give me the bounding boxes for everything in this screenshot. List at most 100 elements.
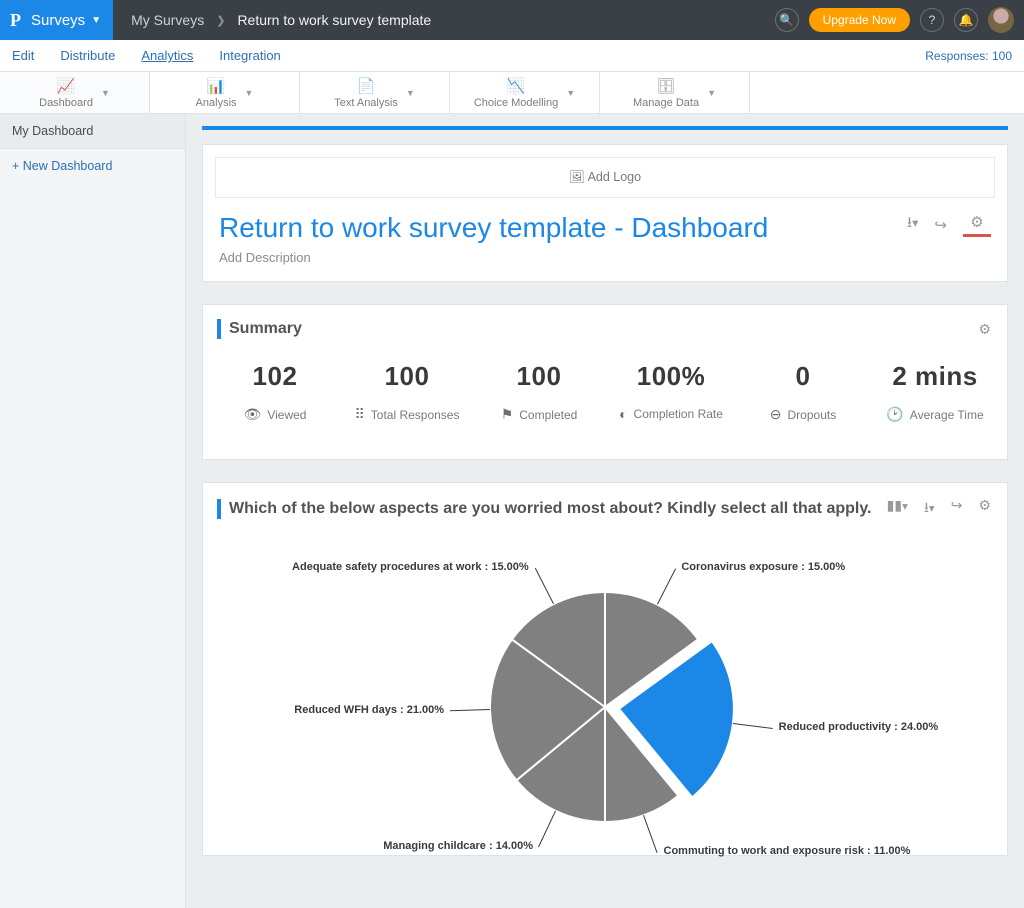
pie-label: Managing childcare : 14.00%: [383, 840, 533, 852]
flag-icon: ⚑: [501, 406, 514, 423]
stat-average-time: 2 mins 🕑Average Time: [875, 361, 995, 423]
sidebar: My Dashboard + New Dashboard: [0, 114, 186, 908]
question-chart-panel: Which of the below aspects are you worri…: [202, 482, 1008, 856]
pie-label: Coronavirus exposure : 15.00%: [681, 561, 845, 573]
stat-label: 👁Viewed: [215, 406, 335, 423]
download-icon[interactable]: ⭳▾: [924, 497, 935, 521]
chevron-down-icon: ▼: [406, 88, 415, 98]
analysis-icon: 📊: [207, 77, 226, 95]
image-icon: 🖼: [569, 170, 585, 184]
stat-completed: 100 ⚑Completed: [479, 361, 599, 423]
eye-icon: 👁: [244, 406, 262, 423]
chart-type-icon[interactable]: ▮▮▾: [887, 497, 908, 521]
help-button[interactable]: ?: [920, 8, 944, 32]
stat-label: ⊖Dropouts: [743, 406, 863, 423]
leader-line: [733, 723, 773, 729]
dashboard-icon: 📈: [57, 77, 76, 95]
database-icon: 🗄: [657, 77, 676, 95]
accent-bar: [202, 126, 1008, 130]
chevron-down-icon: ▼: [101, 88, 110, 98]
search-icon: 🔍: [779, 13, 794, 27]
dashboard-description[interactable]: Add Description: [219, 250, 907, 265]
summary-stats: 102 👁Viewed 100 ⠿Total Responses 100 ⚑Complet…: [203, 343, 1007, 459]
responses-label[interactable]: Responses: 100: [925, 49, 1012, 63]
main: 🖼 Add Logo Return to work survey templat…: [186, 114, 1024, 908]
avatar[interactable]: [988, 7, 1014, 33]
breadcrumb: My Surveys ❯ Return to work survey templ…: [113, 12, 775, 28]
clock-icon: 🕑: [886, 406, 903, 423]
stat-total-responses: 100 ⠿Total Responses: [347, 361, 467, 423]
sidebar-item-my-dashboard[interactable]: My Dashboard: [0, 114, 185, 149]
chevron-down-icon: ▼: [566, 88, 575, 98]
tooltab-manage-data[interactable]: 🗄 Manage Data ▼: [600, 72, 750, 113]
brand-label: Surveys: [31, 12, 85, 29]
subnav-integration[interactable]: Integration: [219, 48, 280, 63]
section-accent: [217, 499, 221, 519]
sidebar-add-dashboard[interactable]: + New Dashboard: [0, 149, 185, 183]
layout: My Dashboard + New Dashboard 🖼 Add Logo …: [0, 114, 1024, 908]
brand-menu[interactable]: P Surveys ▼: [0, 0, 113, 40]
share-icon[interactable]: ↪: [951, 497, 963, 521]
stat-label: 🕑Average Time: [875, 406, 995, 423]
dashboard-header-panel: 🖼 Add Logo Return to work survey templat…: [202, 144, 1008, 282]
stat-value: 100: [347, 361, 467, 392]
tooltab-analysis[interactable]: 📊 Analysis ▼: [150, 72, 300, 113]
upgrade-button[interactable]: Upgrade Now: [809, 8, 910, 32]
breadcrumb-root[interactable]: My Surveys: [131, 12, 204, 28]
stat-viewed: 102 👁Viewed: [215, 361, 335, 423]
gear-icon: ⚙: [970, 213, 983, 231]
sub-nav: Edit Distribute Analytics Integration Re…: [0, 40, 1024, 72]
stat-value: 2 mins: [875, 361, 995, 392]
chevron-down-icon: ▼: [707, 88, 716, 98]
grid-icon: ⠿: [355, 406, 365, 423]
toolbar: 📈 Dashboard ▼ 📊 Analysis ▼ 📄 Text Analys…: [0, 72, 1024, 114]
tooltab-choice-modelling[interactable]: 📉 Choice Modelling ▼: [450, 72, 600, 113]
stat-label: ⚑Completed: [479, 406, 599, 423]
help-icon: ?: [929, 13, 936, 27]
subnav-analytics[interactable]: Analytics: [141, 48, 193, 63]
stat-completion-rate: 100% ◐Completion Rate: [611, 361, 731, 423]
caret-down-icon: ▼: [91, 15, 101, 26]
top-bar: P Surveys ▼ My Surveys ❯ Return to work …: [0, 0, 1024, 40]
share-icon[interactable]: ↪: [934, 216, 947, 234]
gear-icon[interactable]: ⚙: [978, 497, 991, 521]
stat-dropouts: 0 ⊖Dropouts: [743, 361, 863, 423]
stat-value: 100%: [611, 361, 731, 392]
minus-icon: ⊖: [770, 406, 782, 423]
choice-modelling-icon: 📉: [507, 77, 526, 95]
bell-icon: 🔔: [959, 13, 974, 27]
pie-chart: Coronavirus exposure : 15.00% Reduced pro…: [203, 525, 1007, 855]
top-actions: 🔍 Upgrade Now ? 🔔: [775, 7, 1024, 33]
summary-heading: Summary: [229, 320, 978, 338]
stat-value: 100: [479, 361, 599, 392]
stat-label: ◐Completion Rate: [611, 406, 731, 422]
stat-value: 0: [743, 361, 863, 392]
breadcrumb-title: Return to work survey template: [237, 12, 431, 28]
search-button[interactable]: 🔍: [775, 8, 799, 32]
subnav-edit[interactable]: Edit: [12, 48, 34, 63]
subnav-distribute[interactable]: Distribute: [60, 48, 115, 63]
add-logo-dropzone[interactable]: 🖼 Add Logo: [215, 157, 995, 198]
stat-value: 102: [215, 361, 335, 392]
pie-label: Reduced WFH days : 21.00%: [294, 704, 444, 716]
dashboard-title-actions: ⭳▾ ↪ ⚙: [907, 212, 991, 237]
section-accent: [217, 319, 221, 339]
chevron-right-icon: ❯: [216, 14, 225, 27]
stat-label: ⠿Total Responses: [347, 406, 467, 423]
text-analysis-icon: 📄: [357, 77, 376, 95]
download-icon[interactable]: ⭳▾: [907, 212, 919, 237]
notifications-button[interactable]: 🔔: [954, 8, 978, 32]
brand-logo-icon: P: [10, 10, 21, 31]
pie-label: Adequate safety procedures at work : 15.…: [292, 561, 529, 573]
settings-button[interactable]: ⚙: [963, 213, 991, 237]
pie-label: Reduced productivity : 24.00%: [779, 721, 939, 733]
summary-panel: Summary ⚙ 102👁Viewed100⠿Total Responses1…: [202, 304, 1008, 460]
half-icon: ◐: [619, 406, 627, 422]
question-heading: Which of the below aspects are you worri…: [229, 500, 887, 518]
tooltab-dashboard[interactable]: 📈 Dashboard ▼: [0, 72, 150, 113]
chevron-down-icon: ▼: [245, 88, 254, 98]
gear-icon[interactable]: ⚙: [978, 321, 991, 338]
dashboard-title[interactable]: Return to work survey template - Dashboa…: [219, 212, 907, 244]
tooltab-text-analysis[interactable]: 📄 Text Analysis ▼: [300, 72, 450, 113]
active-underline: [963, 234, 991, 237]
